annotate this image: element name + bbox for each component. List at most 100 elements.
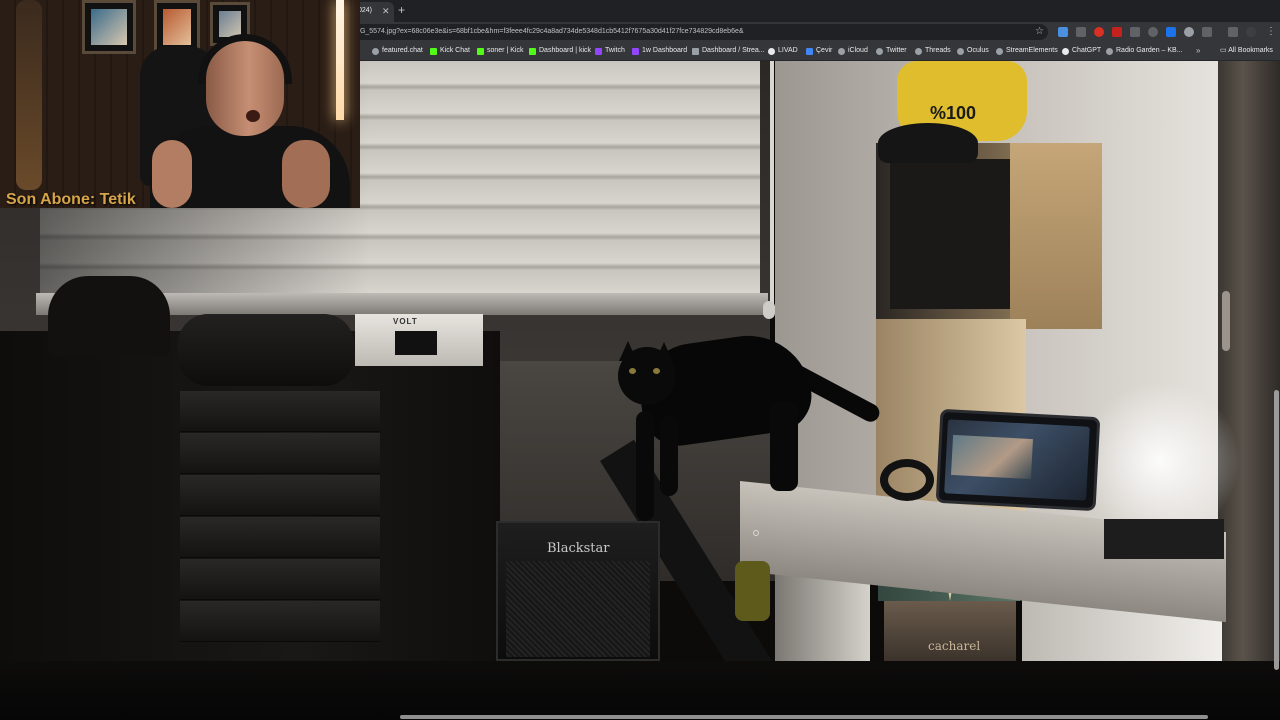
cord-handle [763,301,775,319]
folder-icon: ▭ [1220,47,1227,54]
bookmark-item[interactable]: iCloud [838,42,868,60]
extension-icon[interactable] [1130,27,1140,37]
bookmark-item[interactable]: Threads [915,42,951,60]
globe-icon [372,47,379,55]
webcam-overlay: Son Abone: Tetik [0,0,360,208]
bookmark-item[interactable]: Radio Garden – KB... [1106,42,1183,60]
cat-head [618,347,676,405]
bookmark-item[interactable]: ChatGPT [1062,42,1101,60]
bookmark-label: StreamElements [1006,47,1058,54]
bookmark-item[interactable]: Twitter [876,42,907,60]
bookmark-label: Dashboard / Strea... [702,47,765,54]
dashboard-icon [692,47,699,55]
star-icon[interactable]: ☆ [1035,25,1044,39]
extension-icon[interactable] [1112,27,1122,37]
address-bar[interactable]: IG_5574.jpg?ex=68c06e3e&is=68bf1cbe&hm=f… [352,24,1048,40]
shelf-compartment [890,159,1010,309]
device-label: VOLT [393,317,418,326]
bookmark-label: LIVAD [778,47,798,54]
extension-icon[interactable] [1166,27,1176,37]
amp-logo: Blackstar [547,541,610,556]
neon-light [336,0,344,120]
device-display [395,331,437,355]
bookmark-label: 1w Dashboard [642,47,688,54]
profile-icon[interactable] [1228,27,1238,37]
cap [878,123,978,163]
bookmark-item[interactable]: Oculus [957,42,989,60]
bookmark-item[interactable]: Twitch [595,42,625,60]
bag [48,276,170,356]
bookmark-label: Radio Garden – KB... [1116,47,1183,54]
bookmark-item[interactable]: Çevir [806,42,832,60]
bookmark-label: soner | Kick [487,47,524,54]
bookmark-item[interactable]: StreamElements [996,42,1058,60]
all-bookmarks-button[interactable]: ▭ All Bookmarks [1220,42,1273,60]
avatar[interactable] [1246,27,1256,37]
shelf-panel [1010,143,1102,329]
extensions-puzzle-icon[interactable] [1202,27,1212,37]
twitter-icon [876,47,883,55]
translate-icon [806,47,813,55]
kick-icon [430,47,437,55]
guitar [16,0,42,190]
mouse-cursor [753,530,759,536]
threads-icon [915,47,922,55]
livad-icon [768,47,775,55]
extension-icon[interactable] [1076,27,1086,37]
amp-grill [506,561,650,657]
twitch-icon [595,47,602,55]
extension-icon[interactable] [1094,27,1104,37]
kick-icon [477,47,484,55]
chevron-double-right-icon[interactable]: » [1196,42,1200,60]
bookmark-item[interactable]: LIVAD [768,42,798,60]
bookmark-item[interactable]: Kick Chat [430,42,470,60]
url-text[interactable]: IG_5574.jpg?ex=68c06e3e&is=68bf1cbe&hm=f… [358,26,998,38]
lamp-glow [1080,381,1240,541]
oculus-icon [957,47,964,55]
bookmark-label: ChatGPT [1072,47,1102,54]
close-icon[interactable]: ✕ [382,2,390,20]
streamer-arm [152,140,192,208]
cat-leg [636,411,654,521]
tab-title: 024) [358,7,373,14]
horizontal-scrollbar[interactable] [400,715,1208,719]
bookmark-item[interactable]: Dashboard / Strea... [692,42,765,60]
bag [735,561,770,621]
radio-icon [1106,47,1113,55]
headphones [880,459,934,501]
bookmark-item[interactable]: Dashboard | kick [529,42,591,60]
laptop-video [951,434,1033,480]
rack-unit [180,517,380,558]
extension-icon[interactable] [1184,27,1194,37]
plus-icon[interactable]: + [398,3,405,17]
cat-leg [770,401,798,491]
rack-unit [180,391,380,432]
bookmark-label: featured.chat [382,47,423,54]
drawer-label: cacharel [928,639,981,653]
kebab-menu-icon[interactable]: ⋮ [1266,25,1276,39]
cat-leg [660,416,678,496]
bookmark-item[interactable]: 1w Dashboard [632,42,687,60]
extension-icon[interactable] [1148,27,1158,37]
kick-icon [529,47,536,55]
bookmark-label: Oculus [967,47,989,54]
door-handle [1222,291,1230,351]
icloud-icon [838,47,845,55]
bookmark-item[interactable]: featured.chat [372,42,423,60]
mouth [246,110,260,122]
extension-icon[interactable] [1058,27,1068,37]
blind-cord [770,61,774,311]
rack-unit [180,559,380,600]
bookmark-label: Twitter [886,47,907,54]
bookmark-label: Twitch [605,47,625,54]
streamelements-icon [996,47,1003,55]
logo-text: %100 [930,103,977,123]
rack-unit [180,433,380,474]
twitch-icon [632,47,639,55]
cat-eye [653,368,660,374]
bookmark-item[interactable]: soner | Kick [477,42,523,60]
streamer-arm [282,140,330,208]
latest-subscriber-caption: Son Abone: Tetik [6,191,136,208]
picture-frame [82,0,136,54]
vertical-scrollbar[interactable] [1274,390,1279,670]
